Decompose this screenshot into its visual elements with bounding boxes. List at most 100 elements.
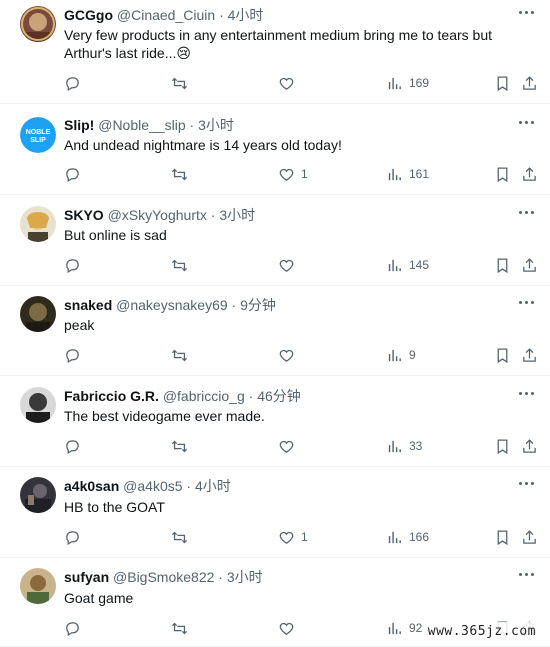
like-icon: [278, 257, 295, 274]
user-handle[interactable]: @xSkyYoghurtx: [108, 207, 207, 223]
retweet-button[interactable]: [171, 527, 188, 547]
display-name[interactable]: GCGgo: [64, 7, 113, 23]
retweet-button[interactable]: [171, 345, 188, 365]
action-bar: 145: [0, 255, 550, 275]
display-name[interactable]: SKYO: [64, 207, 104, 223]
like-button[interactable]: [278, 618, 301, 638]
like-count: 1: [301, 167, 308, 181]
like-button[interactable]: [278, 436, 301, 456]
avatar[interactable]: [20, 6, 56, 42]
retweet-icon: [171, 529, 188, 546]
share-button[interactable]: [521, 255, 538, 275]
reply-icon: [64, 620, 81, 637]
retweet-button[interactable]: [171, 618, 188, 638]
reply-button[interactable]: [64, 436, 81, 456]
separator: ·: [248, 388, 254, 404]
bookmark-button[interactable]: [494, 527, 511, 547]
bookmark-button[interactable]: [494, 345, 511, 365]
reply-button[interactable]: [64, 255, 81, 275]
display-name[interactable]: a4k0san: [64, 478, 119, 494]
bookmark-button[interactable]: [494, 255, 511, 275]
views-button[interactable]: 166: [386, 527, 429, 547]
views-button[interactable]: 161: [386, 164, 429, 184]
user-handle[interactable]: @Noble__slip: [98, 117, 185, 133]
more-icon[interactable]: [518, 296, 536, 310]
user-handle[interactable]: @fabriccio_g: [163, 388, 245, 404]
timestamp[interactable]: 3小时: [219, 207, 255, 223]
user-handle[interactable]: @Cinaed_Ciuin: [117, 7, 215, 23]
more-icon[interactable]: [518, 6, 536, 20]
reply-button[interactable]: [64, 527, 81, 547]
tweet[interactable]: Fabriccio G.R. @fabriccio_g · 46分钟 The b…: [0, 376, 550, 467]
views-button[interactable]: 169: [386, 73, 429, 93]
separator: ·: [218, 569, 223, 585]
like-button[interactable]: [278, 255, 301, 275]
avatar[interactable]: [20, 477, 56, 513]
tweet-text: And undead nightmare is 14 years old tod…: [64, 137, 342, 153]
tweet[interactable]: snaked @nakeysnakey69 · 9分钟 peak 9: [0, 286, 550, 376]
retweet-button[interactable]: [171, 73, 188, 93]
tweet-header: a4k0san @a4k0s5 · 4小时: [64, 477, 231, 495]
watermark: www.365jz.com: [421, 622, 542, 641]
retweet-button[interactable]: [171, 164, 188, 184]
views-button[interactable]: 92: [386, 618, 422, 638]
timestamp[interactable]: 3小时: [227, 569, 263, 585]
avatar[interactable]: [20, 206, 56, 242]
avatar[interactable]: [20, 387, 56, 423]
display-name[interactable]: Fabriccio G.R.: [64, 388, 159, 404]
like-button[interactable]: [278, 345, 301, 365]
reply-icon: [64, 75, 81, 92]
share-button[interactable]: [521, 436, 538, 456]
user-handle[interactable]: @nakeysnakey69: [116, 297, 228, 313]
more-icon[interactable]: [518, 477, 536, 491]
more-icon[interactable]: [518, 387, 536, 401]
share-button[interactable]: [521, 73, 538, 93]
reply-button[interactable]: [64, 618, 81, 638]
timestamp[interactable]: 9分钟: [240, 297, 276, 313]
user-handle[interactable]: @a4k0s5: [123, 478, 182, 494]
tweet[interactable]: SKYO @xSkyYoghurtx · 3小时 But online is s…: [0, 195, 550, 286]
views-button[interactable]: 9: [386, 345, 416, 365]
share-icon: [521, 257, 538, 274]
action-bar: 9: [0, 345, 550, 365]
share-icon: [521, 166, 538, 183]
display-name[interactable]: Slip!: [64, 117, 94, 133]
timestamp[interactable]: 4小时: [195, 478, 231, 494]
tweet[interactable]: GCGgo @Cinaed_Ciuin · 4小时 Very few produ…: [0, 0, 550, 104]
tweet-header: Slip! @Noble__slip · 3小时: [64, 116, 234, 134]
display-name[interactable]: snaked: [64, 297, 112, 313]
like-button[interactable]: 1: [278, 527, 308, 547]
retweet-button[interactable]: [171, 255, 188, 275]
like-icon: [278, 75, 295, 92]
display-name[interactable]: sufyan: [64, 569, 109, 585]
reply-button[interactable]: [64, 164, 81, 184]
avatar[interactable]: NOBLE SLIP: [20, 117, 56, 153]
share-button[interactable]: [521, 345, 538, 365]
tweet[interactable]: a4k0san @a4k0s5 · 4小时 HB to the GOAT 1 1…: [0, 467, 550, 558]
avatar[interactable]: [20, 296, 56, 332]
views-button[interactable]: 145: [386, 255, 429, 275]
avatar[interactable]: [20, 568, 56, 604]
retweet-icon: [171, 75, 188, 92]
retweet-button[interactable]: [171, 436, 188, 456]
more-icon[interactable]: [518, 116, 536, 130]
bookmark-button[interactable]: [494, 73, 511, 93]
user-handle[interactable]: @BigSmoke822: [113, 569, 214, 585]
like-button[interactable]: [278, 73, 301, 93]
timestamp[interactable]: 46分钟: [257, 388, 301, 404]
more-icon[interactable]: [518, 206, 536, 220]
views-button[interactable]: 33: [386, 436, 422, 456]
tweet[interactable]: NOBLE SLIP Slip! @Noble__slip · 3小时 And u…: [0, 104, 550, 195]
share-button[interactable]: [521, 164, 538, 184]
bookmark-button[interactable]: [494, 436, 511, 456]
timestamp[interactable]: 4小时: [228, 7, 264, 23]
like-button[interactable]: 1: [278, 164, 308, 184]
reply-button[interactable]: [64, 345, 81, 365]
tweet-header: GCGgo @Cinaed_Ciuin · 4小时: [64, 6, 263, 24]
more-icon[interactable]: [518, 568, 536, 582]
share-button[interactable]: [521, 527, 538, 547]
view-count: 92: [409, 621, 423, 635]
reply-button[interactable]: [64, 73, 81, 93]
timestamp[interactable]: 3小时: [198, 117, 234, 133]
bookmark-button[interactable]: [494, 164, 511, 184]
